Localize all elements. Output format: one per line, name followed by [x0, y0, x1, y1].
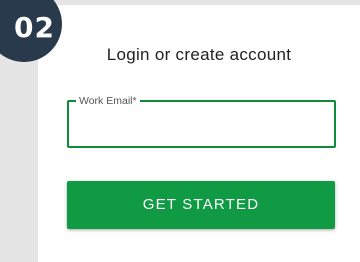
card-title: Login or create account — [106, 45, 292, 64]
work-email-input[interactable] — [77, 110, 327, 138]
get-started-button[interactable]: GET STARTED — [67, 181, 335, 229]
login-card: Login or create account Work Email* GET … — [38, 5, 360, 262]
work-email-label: Work Email* — [76, 94, 140, 108]
work-email-field[interactable]: Work Email* — [67, 94, 336, 148]
step-number: 02 — [14, 11, 55, 44]
page-background: 02 Login or create account Work Email* G… — [0, 0, 360, 262]
